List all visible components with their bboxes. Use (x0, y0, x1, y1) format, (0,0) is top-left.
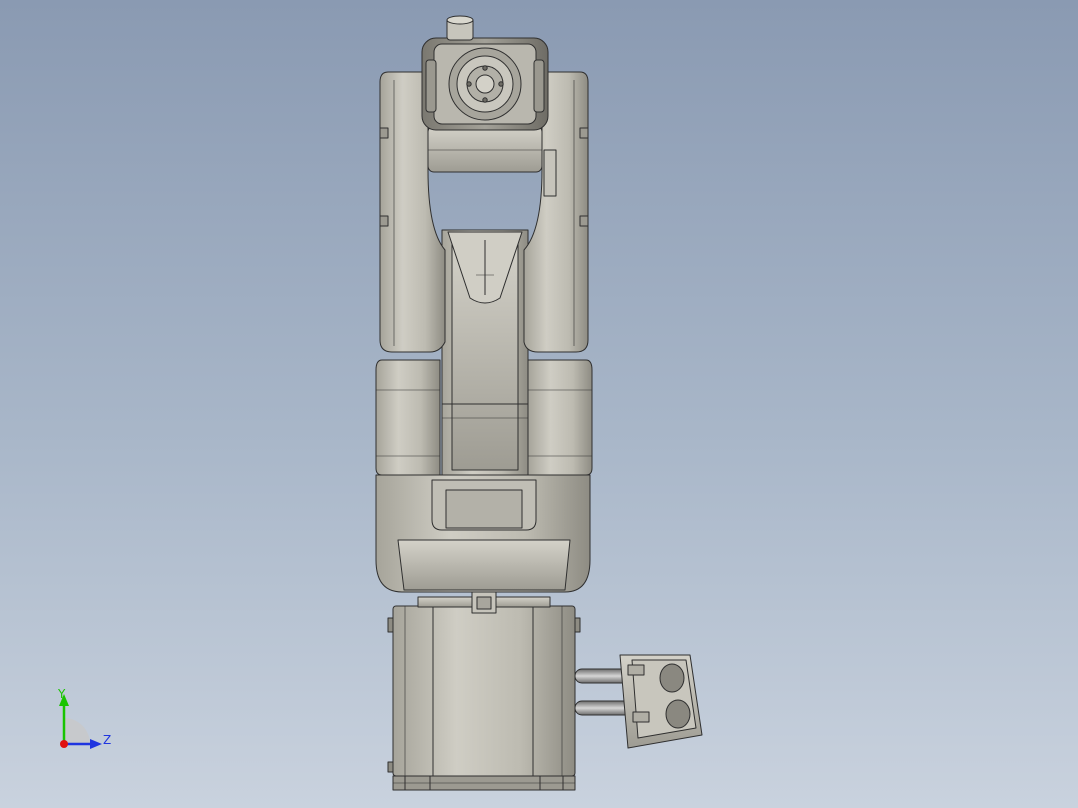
triad-arc (64, 718, 90, 744)
base-column (387, 586, 581, 791)
z-axis-label: Z (103, 733, 111, 747)
coordinate-triad: Y Z (57, 687, 111, 749)
joint2-housing-left (375, 359, 441, 476)
z-axis-arrow (90, 739, 102, 749)
wrist-unit (421, 15, 549, 131)
elbow-tube (427, 125, 543, 173)
cable-connector (574, 654, 703, 749)
cad-viewport[interactable]: Y Z (0, 0, 1078, 808)
shoulder-housing (375, 463, 591, 593)
joint2-housing-right (527, 359, 593, 476)
x-axis-dot (60, 740, 68, 748)
robot-arm-model[interactable]: Y Z (0, 0, 1078, 808)
y-axis-label: Y (57, 687, 66, 701)
lower-arm (441, 229, 529, 476)
